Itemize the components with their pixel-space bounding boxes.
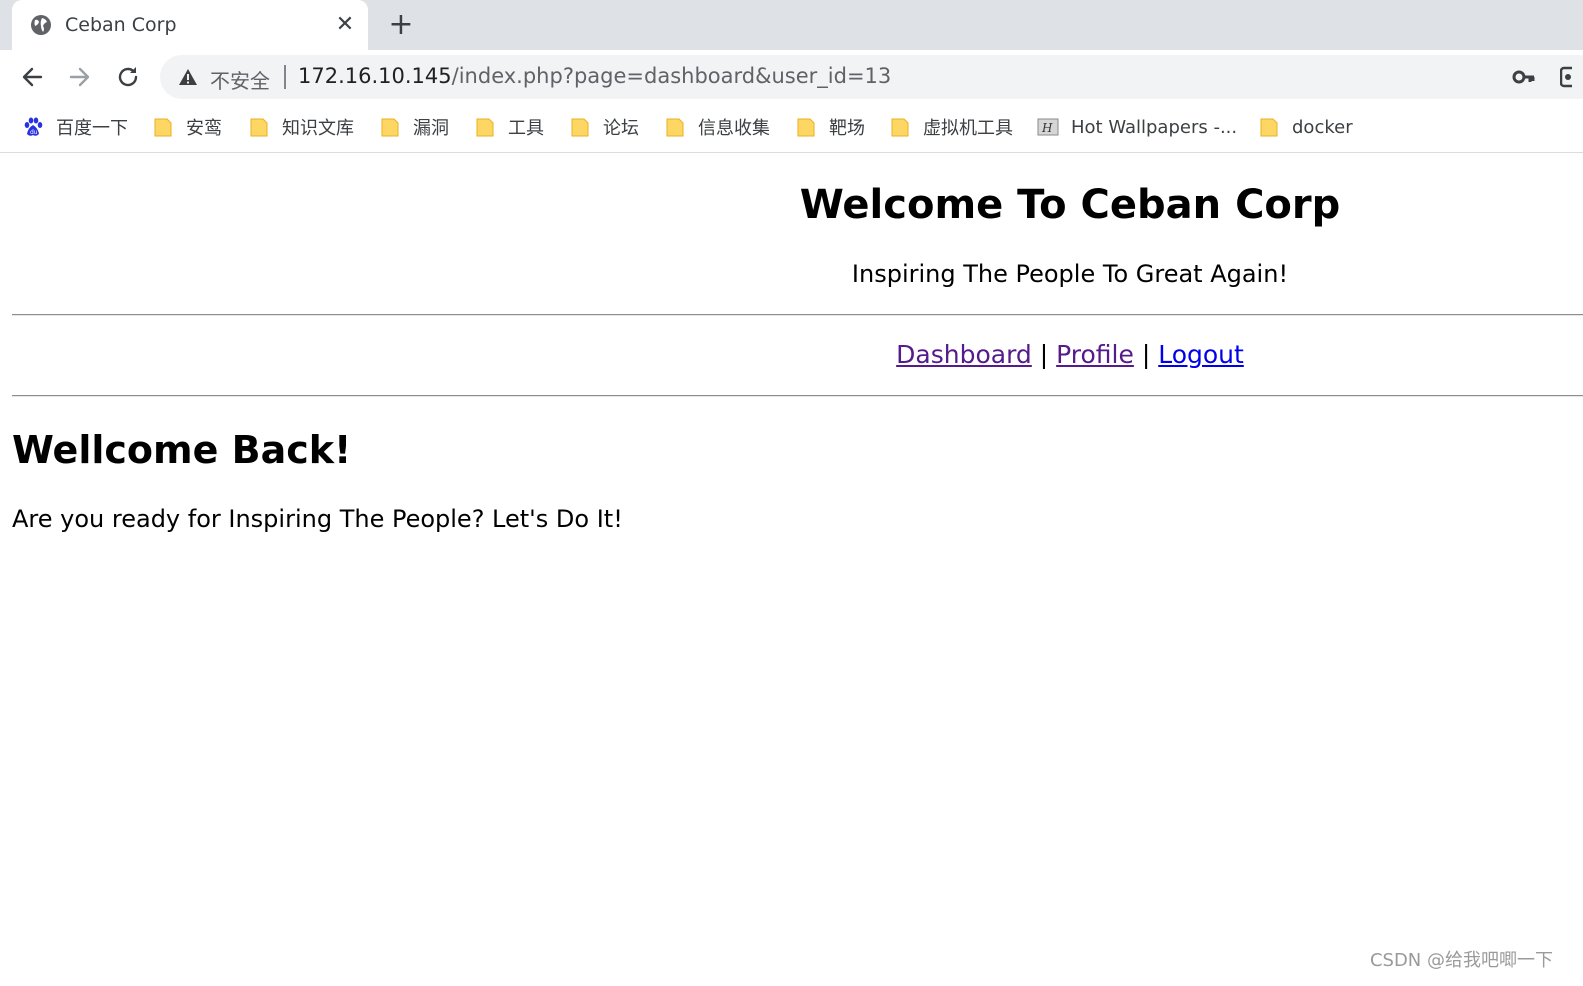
svg-text:H: H (1041, 121, 1053, 135)
address-bar[interactable]: 不安全 172.16.10.145/index.php?page=dashboa… (160, 55, 1583, 99)
folder-icon (154, 118, 172, 137)
bookmark-folder[interactable]: 虚拟机工具 (889, 114, 1013, 140)
bookmark-folder[interactable]: 知识文库 (248, 114, 354, 140)
bookmark-label: 虚拟机工具 (923, 118, 1013, 139)
welcome-message: Are you ready for Inspiring The People? … (12, 505, 623, 533)
extension-icon[interactable] (1560, 66, 1572, 88)
security-status-label[interactable]: 不安全 (210, 65, 270, 94)
nav-separator: | (1039, 340, 1049, 369)
bookmark-label: Hot Wallpapers -... (1071, 116, 1238, 138)
browser-tab[interactable]: Ceban Corp ✕ (12, 0, 368, 50)
folder-icon (381, 118, 399, 137)
bookmark-folder[interactable]: 安鸾 (152, 114, 222, 140)
warning-icon[interactable] (178, 68, 198, 86)
folder-icon (250, 118, 268, 137)
omnibox-divider (284, 65, 286, 89)
bookmark-baidu[interactable]: du 百度一下 (22, 114, 128, 140)
folder-icon (1260, 118, 1278, 137)
bookmark-label: 知识文库 (282, 118, 354, 139)
tab-strip: Ceban Corp ✕ + (0, 0, 1583, 50)
folder-icon (797, 118, 815, 137)
bookmark-folder[interactable]: docker (1258, 114, 1353, 140)
folder-icon (666, 118, 684, 137)
url-text[interactable]: 172.16.10.145/index.php?page=dashboard&u… (298, 64, 891, 88)
bookmark-folder[interactable]: 论坛 (569, 114, 639, 140)
tab-title: Ceban Corp (65, 14, 177, 36)
url-host: 172.16.10.145 (298, 64, 452, 88)
bookmark-label: 工具 (508, 118, 544, 139)
close-icon[interactable]: ✕ (332, 12, 358, 38)
folder-icon (571, 118, 589, 137)
nav-separator: | (1141, 340, 1151, 369)
bookmark-folder[interactable]: 工具 (474, 114, 544, 140)
site-title: Welcome To Ceban Corp (799, 182, 1341, 228)
nav-link-dashboard[interactable]: Dashboard (896, 340, 1032, 369)
back-arrow-icon[interactable] (18, 63, 46, 91)
bookmark-label: 信息收集 (698, 118, 770, 139)
site-favicon: H (1037, 118, 1059, 136)
watermark: CSDN @给我吧唧一下 (1369, 950, 1553, 971)
site-nav: Dashboard | Profile | Logout (0, 340, 1583, 369)
forward-arrow-icon[interactable] (66, 63, 94, 91)
bookmark-label: 安鸾 (186, 118, 222, 139)
reload-icon[interactable] (114, 63, 142, 91)
key-icon[interactable] (1512, 67, 1536, 87)
bookmark-hot-wallpapers[interactable]: H Hot Wallpapers -... (1037, 114, 1237, 140)
nav-link-logout[interactable]: Logout (1158, 340, 1244, 369)
svg-text:du: du (30, 129, 38, 136)
bookmark-label: 百度一下 (56, 118, 128, 139)
folder-icon (476, 118, 494, 137)
bookmark-label: docker (1292, 116, 1353, 138)
nav-link-profile[interactable]: Profile (1056, 340, 1134, 369)
new-tab-button[interactable]: + (386, 10, 416, 40)
site-tagline: Inspiring The People To Great Again! (851, 260, 1289, 288)
bookmark-label: 靶场 (829, 118, 865, 139)
bookmark-folder[interactable]: 靶场 (795, 114, 865, 140)
bookmark-label: 漏洞 (413, 118, 449, 139)
bookmarks-bar: du 百度一下 安鸾 知识文库 漏洞 工具 论坛 信息收集 靶场 虚拟机工具 H (0, 102, 1583, 153)
divider (12, 314, 1583, 316)
url-path: /index.php?page=dashboard&user_id=13 (451, 64, 892, 88)
folder-icon (891, 118, 909, 137)
baidu-paw-icon: du (24, 117, 43, 136)
globe-icon (31, 15, 51, 35)
divider (12, 395, 1583, 397)
welcome-heading: Wellcome Back! (12, 428, 352, 472)
bookmark-label: 论坛 (603, 118, 639, 139)
browser-toolbar: 不安全 172.16.10.145/index.php?page=dashboa… (0, 50, 1583, 102)
bookmark-folder[interactable]: 漏洞 (379, 114, 449, 140)
bookmark-folder[interactable]: 信息收集 (664, 114, 770, 140)
